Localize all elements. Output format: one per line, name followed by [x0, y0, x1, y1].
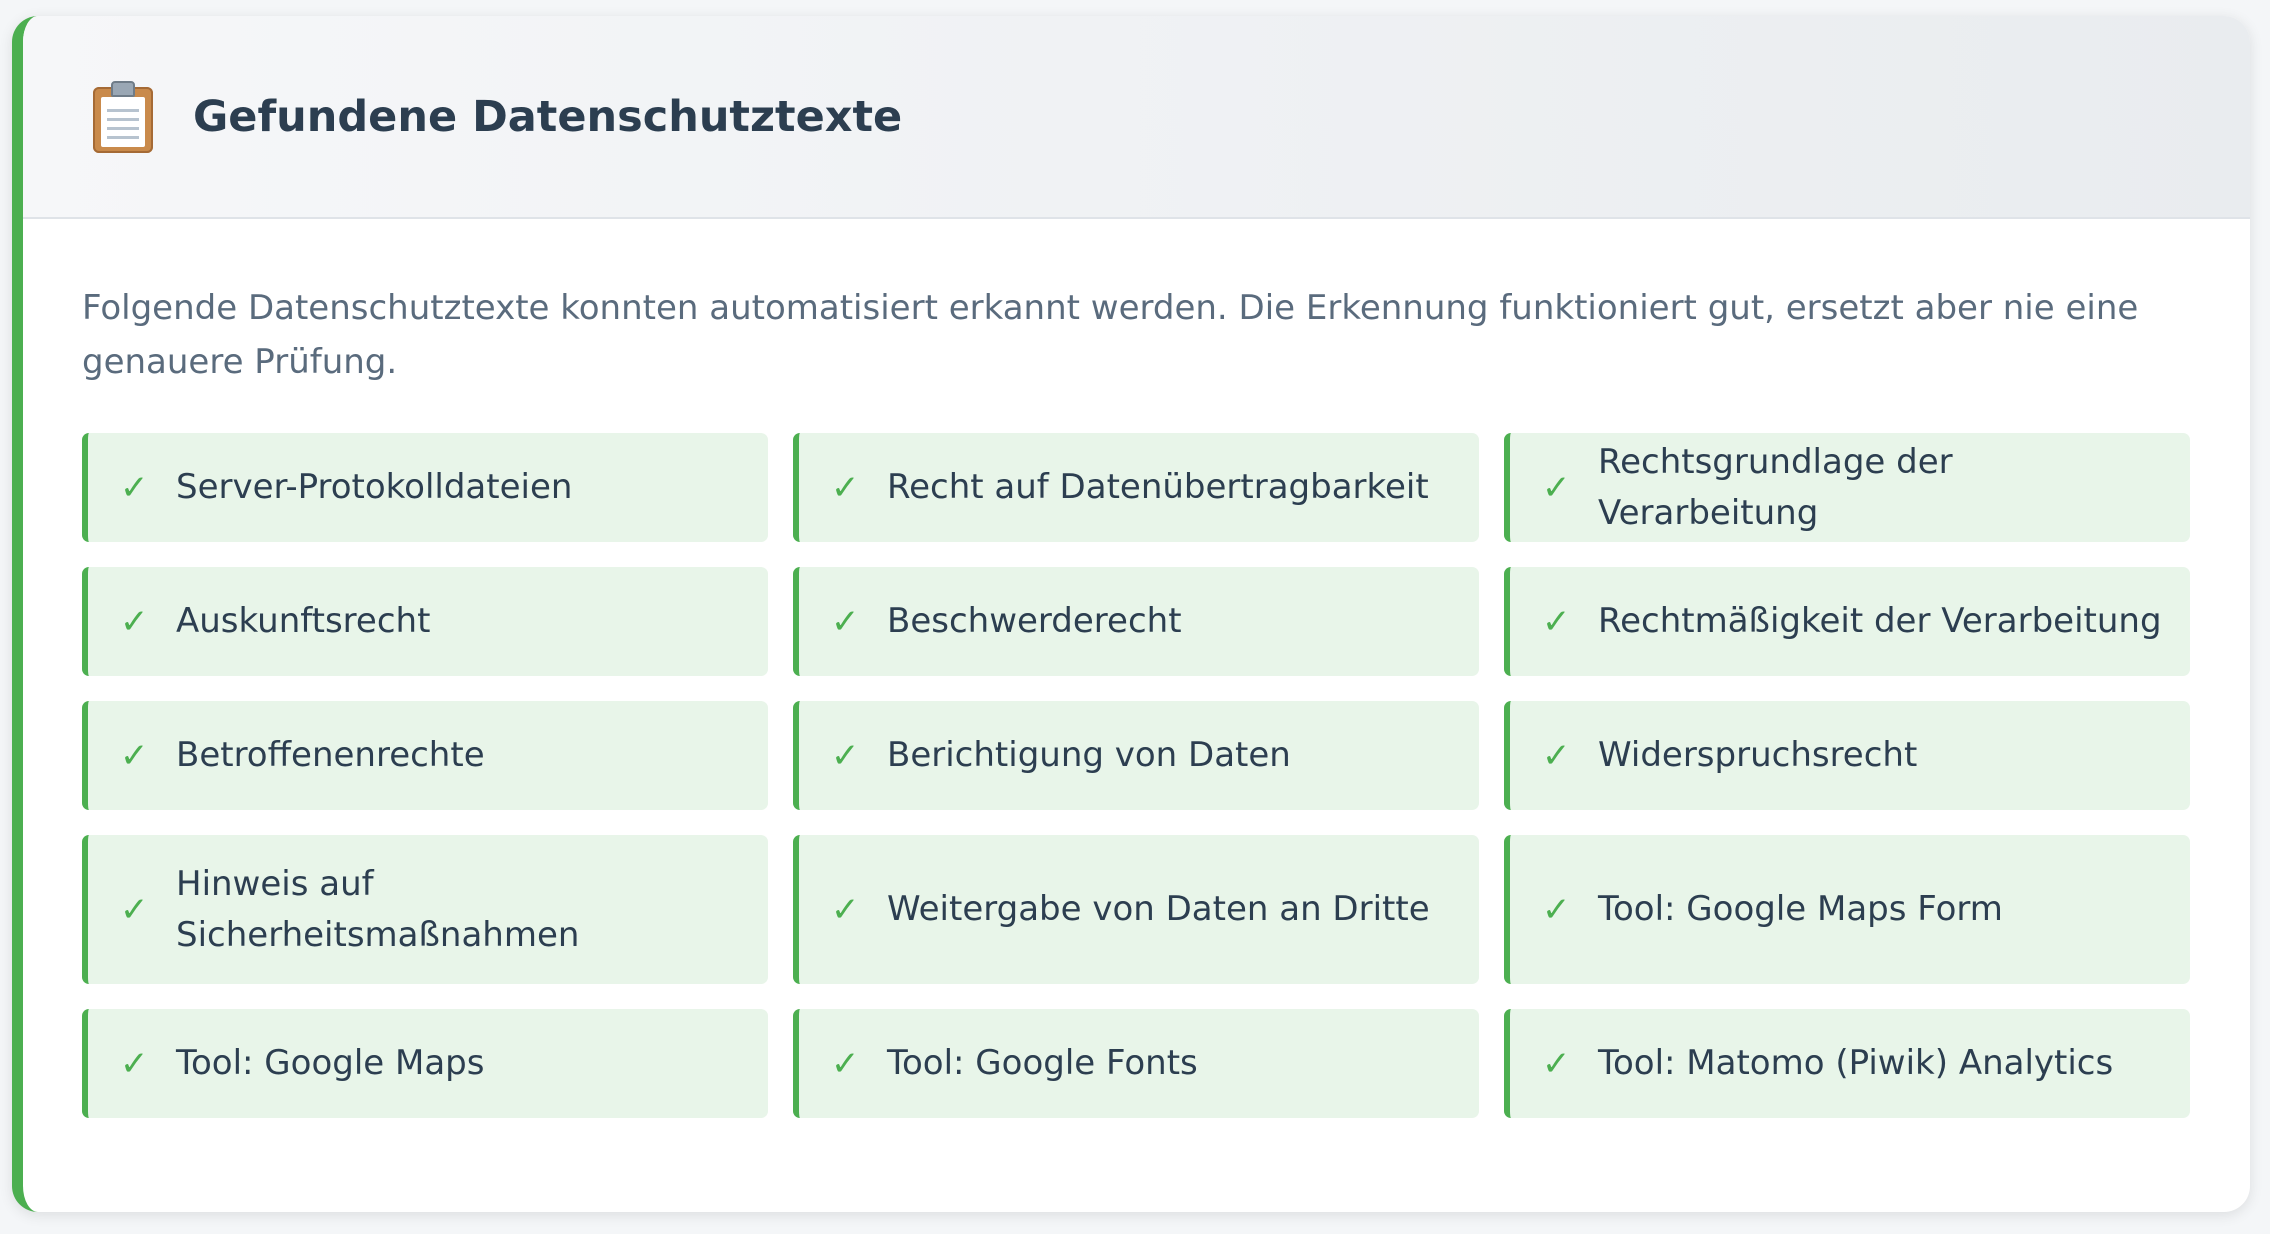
check-icon: ✓ — [120, 601, 149, 642]
found-text-label: Recht auf Datenübertragbarkeit — [887, 467, 1429, 507]
found-text-label: Server-Protokolldateien — [176, 467, 573, 507]
description-text: Folgende Datenschutztexte konnten automa… — [82, 288, 2139, 382]
found-text-item: ✓ Rechtmäßigkeit der Verarbeitung — [1504, 567, 2190, 676]
found-text-item: ✓ Berichtigung von Daten — [793, 701, 1479, 810]
clipboard-icon — [93, 80, 153, 153]
found-text-label: Weitergabe von Daten an Dritte — [887, 889, 1430, 929]
found-text-item: ✓ Tool: Google Fonts — [793, 1009, 1479, 1118]
check-icon: ✓ — [1542, 601, 1571, 642]
found-text-item: ✓ Tool: Matomo (Piwik) Analytics — [1504, 1009, 2190, 1118]
found-text-item: ✓ Beschwerderecht — [793, 567, 1479, 676]
found-text-label: Widerspruchsrecht — [1598, 735, 1918, 775]
check-icon: ✓ — [831, 467, 860, 508]
found-text-label: Auskunftsrecht — [176, 601, 431, 641]
found-text-label: Tool: Matomo (Piwik) Analytics — [1598, 1043, 2114, 1083]
check-icon: ✓ — [1542, 1043, 1571, 1084]
found-text-item: ✓ Tool: Google Maps — [82, 1009, 768, 1118]
found-text-label: Berichtigung von Daten — [887, 735, 1291, 775]
check-icon: ✓ — [831, 601, 860, 642]
found-text-label: Tool: Google Maps — [176, 1043, 485, 1083]
privacy-texts-card: Gefundene Datenschutztexte Folgende Date… — [12, 16, 2250, 1212]
card-title: Gefundene Datenschutztexte — [193, 91, 903, 142]
check-icon: ✓ — [831, 735, 860, 776]
found-text-item: ✓ Rechtsgrundlage der Verarbeitung — [1504, 433, 2190, 542]
found-text-item: ✓ Weitergabe von Daten an Dritte — [793, 835, 1479, 984]
found-text-label: Rechtmäßigkeit der Verarbeitung — [1598, 601, 2162, 641]
found-text-label: Hinweis auf Sicherheitsmaßnahmen — [176, 863, 580, 955]
check-icon: ✓ — [1542, 735, 1571, 776]
found-text-label: Tool: Google Maps Form — [1598, 889, 2003, 929]
check-icon: ✓ — [1542, 467, 1571, 508]
found-text-item: ✓ Betroffenenrechte — [82, 701, 768, 810]
check-icon: ✓ — [120, 889, 149, 930]
check-icon: ✓ — [1542, 889, 1571, 930]
found-text-label: Tool: Google Fonts — [887, 1043, 1198, 1083]
card-header: Gefundene Datenschutztexte — [23, 16, 2250, 219]
found-text-item: ✓ Auskunftsrecht — [82, 567, 768, 676]
found-text-item: ✓ Recht auf Datenübertragbarkeit — [793, 433, 1479, 542]
check-icon: ✓ — [120, 467, 149, 508]
check-icon: ✓ — [120, 735, 149, 776]
found-text-item: ✓ Server-Protokolldateien — [82, 433, 768, 542]
found-texts-grid: ✓ Server-Protokolldateien ✓ Recht auf Da… — [82, 433, 2196, 1118]
found-text-item: ✓ Widerspruchsrecht — [1504, 701, 2190, 810]
found-text-label: Rechtsgrundlage der Verarbeitung — [1598, 441, 1953, 533]
found-text-item: ✓ Tool: Google Maps Form — [1504, 835, 2190, 984]
found-text-label: Betroffenenrechte — [176, 735, 485, 775]
check-icon: ✓ — [831, 889, 860, 930]
found-text-item: ✓ Hinweis auf Sicherheitsmaßnahmen — [82, 835, 768, 984]
card-body: Folgende Datenschutztexte konnten automa… — [23, 281, 2250, 1118]
found-text-label: Beschwerderecht — [887, 601, 1182, 641]
check-icon: ✓ — [120, 1043, 149, 1084]
check-icon: ✓ — [831, 1043, 860, 1084]
